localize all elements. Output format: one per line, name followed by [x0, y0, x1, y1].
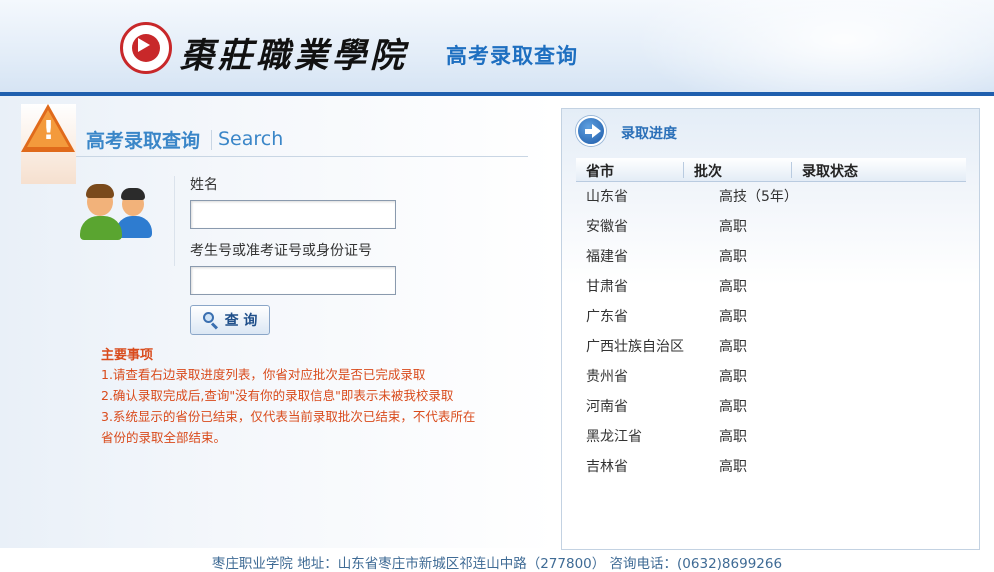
note-line: 2.确认录取完成后,查询"没有你的录取信息"即表示未被我校录取 — [101, 388, 454, 403]
college-seal-icon — [120, 22, 172, 74]
users-icon — [78, 178, 158, 258]
header-title: 高考录取查询 — [446, 44, 578, 68]
magnifier-icon — [202, 312, 219, 330]
search-heading: 高考录取查询 — [86, 130, 201, 152]
row-province: 福建省 — [586, 249, 628, 265]
id-input[interactable] — [190, 266, 396, 295]
row-batch: 高职 — [719, 219, 747, 235]
row-batch: 高职 — [719, 339, 747, 355]
row-province: 广西壮族自治区 — [586, 339, 684, 355]
page-footer: 枣庄职业学院 地址：山东省枣庄市新城区祁连山中路（277800） 咨询电话：(0… — [211, 556, 783, 572]
warning-icon: ! — [21, 104, 76, 184]
progress-table-header: 省市 批次 录取状态 — [576, 158, 966, 182]
row-province: 广东省 — [586, 309, 628, 325]
column-header-batch: 批次 — [694, 164, 722, 180]
row-province: 安徽省 — [586, 219, 628, 235]
arrow-right-icon — [576, 116, 606, 146]
form-separator — [174, 176, 175, 266]
page-header: 棗莊職業學院 高考录取查询 — [0, 0, 994, 92]
id-label: 考生号或准考证号或身份证号 — [190, 243, 372, 259]
column-header-status: 录取状态 — [802, 164, 858, 180]
query-button-label: 查 询 — [224, 313, 258, 329]
note-line: 省份的录取全部结束。 — [101, 430, 227, 445]
row-batch: 高职 — [719, 399, 747, 415]
row-batch: 高职 — [719, 309, 747, 325]
notes-title: 主要事项 — [101, 348, 154, 363]
column-separator — [683, 162, 684, 178]
row-batch: 高职 — [719, 459, 747, 475]
name-input[interactable] — [190, 200, 396, 229]
note-line: 3.系统显示的省份已结束，仅代表当前录取批次已结束，不代表所在 — [101, 409, 476, 424]
row-batch: 高职 — [719, 279, 747, 295]
row-province: 黑龙江省 — [586, 429, 642, 445]
name-label: 姓名 — [190, 177, 218, 193]
row-province: 贵州省 — [586, 369, 628, 385]
row-batch: 高职 — [719, 369, 747, 385]
row-batch: 高职 — [719, 429, 747, 445]
college-name-logo: 棗莊職業學院 — [180, 36, 408, 76]
note-line: 1.请查看右边录取进度列表，你省对应批次是否已完成录取 — [101, 367, 426, 382]
column-header-province: 省市 — [586, 164, 614, 180]
query-button[interactable]: 查 询 — [190, 305, 270, 335]
column-separator — [791, 162, 792, 178]
search-heading-en: Search — [218, 128, 284, 150]
search-panel-background — [0, 96, 556, 548]
heading-rule — [76, 156, 528, 157]
heading-divider — [211, 130, 212, 150]
row-batch: 高技（5年） — [719, 189, 798, 205]
progress-title: 录取进度 — [621, 126, 677, 142]
row-province: 河南省 — [586, 399, 628, 415]
row-batch: 高职 — [719, 249, 747, 265]
row-province: 甘肃省 — [586, 279, 628, 295]
row-province: 吉林省 — [586, 459, 628, 475]
row-province: 山东省 — [586, 189, 628, 205]
